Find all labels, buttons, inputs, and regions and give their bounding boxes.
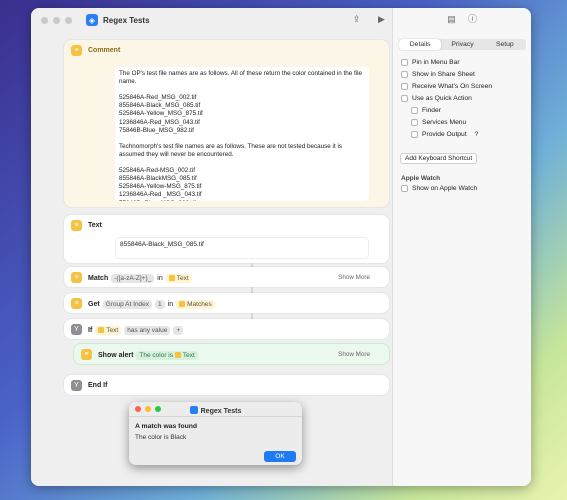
text-icon: ≡ — [71, 220, 82, 231]
alert-icon: ≡ — [81, 349, 92, 360]
comment-text[interactable]: The OP's test file names are as follows.… — [115, 67, 369, 201]
get-label: Get — [88, 301, 100, 308]
add-keyboard-shortcut-button[interactable]: Add Keyboard Shortcut — [400, 153, 478, 164]
close-button[interactable] — [41, 16, 48, 24]
get-group-action[interactable]: ≡ Get Group At Index 1 in Matches — [64, 293, 389, 313]
end-if-icon: Y — [71, 380, 82, 391]
if-action[interactable]: Y If Text has any value + — [64, 319, 389, 339]
shortcuts-app-icon — [189, 406, 198, 414]
checkbox[interactable] — [401, 83, 408, 90]
text-variable-chip[interactable]: Text — [95, 326, 122, 335]
window-controls — [41, 16, 72, 24]
minimize-button[interactable] — [53, 16, 60, 24]
option-finder[interactable]: Finder — [411, 107, 441, 114]
checkbox[interactable] — [411, 107, 418, 114]
option-quick-action[interactable]: Use as Quick Action — [401, 95, 472, 102]
dialog-message: The color is Black — [135, 434, 187, 441]
shortcuts-app-icon: ◈ — [86, 14, 98, 26]
library-icon[interactable]: ▤ — [446, 14, 457, 25]
option-services-menu[interactable]: Services Menu — [411, 119, 466, 126]
option-share-sheet[interactable]: Show in Share Sheet — [401, 71, 475, 78]
run-icon[interactable]: ▶ — [376, 14, 387, 25]
in-label: in — [157, 275, 163, 282]
dialog-title: Regex Tests — [129, 406, 302, 415]
end-if-action[interactable]: Y End If — [64, 375, 389, 395]
end-if-label: End If — [88, 382, 108, 389]
option-provide-output[interactable]: Provide Output? — [411, 131, 478, 138]
comment-icon: ≡ — [71, 45, 82, 56]
text-variable-chip[interactable]: Text — [165, 274, 192, 283]
sidebar-tabs: Details Privacy Setup — [399, 39, 526, 50]
apple-watch-section-title: Apple Watch — [401, 175, 441, 182]
group-at-index-chip[interactable]: Group At Index — [102, 300, 153, 309]
text-label: Text — [88, 222, 102, 229]
checkbox[interactable] — [401, 71, 408, 78]
get-icon: ≡ — [71, 298, 82, 309]
details-sidebar: ▤ ⓘ Details Privacy Setup Pin in Menu Ba… — [392, 8, 531, 486]
comment-label: Comment — [88, 47, 121, 54]
comment-action[interactable]: ≡ Comment The OP's test file names are a… — [64, 40, 389, 207]
tab-setup[interactable]: Setup — [484, 39, 526, 50]
window-title: Regex Tests — [103, 15, 150, 25]
zoom-button[interactable] — [65, 16, 72, 24]
option-whats-on-screen[interactable]: Receive What's On Screen — [401, 83, 492, 90]
match-label: Match — [88, 275, 109, 282]
if-label: If — [88, 327, 93, 334]
alert-dialog: Regex Tests A match was found The color … — [129, 402, 302, 465]
matches-variable-chip[interactable]: Matches — [176, 300, 215, 309]
share-icon[interactable]: ⇪ — [351, 14, 362, 25]
option-pin-menu-bar[interactable]: Pin in Menu Bar — [401, 59, 460, 66]
condition-chip[interactable]: has any value — [124, 326, 171, 335]
checkbox[interactable] — [401, 95, 408, 102]
checkbox[interactable] — [401, 59, 408, 66]
in-label: in — [167, 301, 174, 308]
info-icon[interactable]: ⓘ — [467, 14, 478, 25]
text-action[interactable]: ≡ Text 855846A-Black_MSG_085.tif — [64, 215, 389, 263]
option-apple-watch[interactable]: Show on Apple Watch — [401, 185, 477, 192]
checkbox[interactable] — [401, 185, 408, 192]
show-more-button[interactable]: Show More — [338, 351, 370, 358]
dialog-heading: A match was found — [135, 423, 198, 430]
ok-button[interactable]: OK — [264, 451, 296, 462]
if-icon: Y — [71, 324, 82, 335]
title-bar: ◈ Regex Tests ⇪ ▶ — [31, 8, 392, 32]
tab-privacy[interactable]: Privacy — [441, 39, 483, 50]
show-alert-action[interactable]: ≡ Show alert The color is Text Show More — [74, 344, 389, 364]
help-icon[interactable]: ? — [475, 131, 479, 138]
match-icon: ≡ — [71, 272, 82, 283]
checkbox[interactable] — [411, 131, 418, 138]
regex-pattern[interactable]: -([a-zA-Z]+)_ — [111, 274, 155, 283]
tab-details[interactable]: Details — [399, 39, 442, 50]
checkbox[interactable] — [411, 119, 418, 126]
match-action[interactable]: ≡ Match -([a-zA-Z]+)_ in Text Show More — [64, 267, 389, 287]
index-chip[interactable]: 1 — [155, 300, 165, 309]
show-more-button[interactable]: Show More — [338, 274, 370, 281]
alert-message-chip[interactable]: The color is Text — [136, 351, 198, 360]
text-field[interactable]: 855846A-Black_MSG_085.tif — [115, 237, 369, 259]
add-condition-button[interactable]: + — [173, 326, 184, 335]
show-alert-label: Show alert — [98, 352, 134, 359]
